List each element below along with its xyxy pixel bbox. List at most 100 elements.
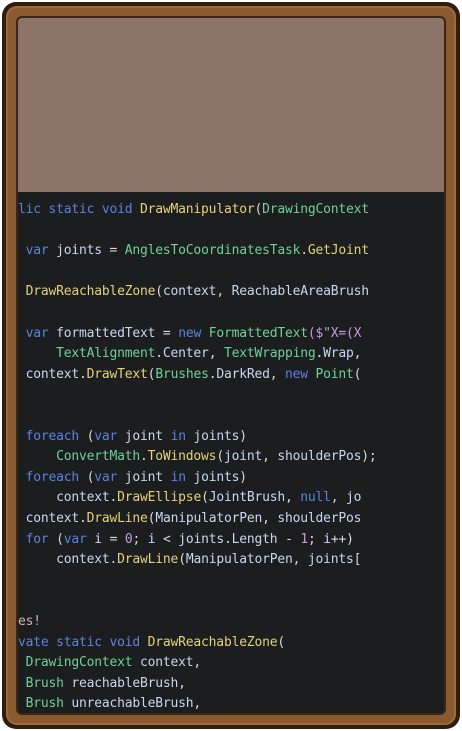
code-token: foreach bbox=[18, 470, 87, 485]
code-token: , bbox=[208, 346, 224, 361]
code-token: TextWrapping bbox=[223, 346, 316, 361]
code-token: , bbox=[262, 449, 278, 464]
code-token: , bbox=[269, 367, 285, 382]
code-line: foreach (var joint in joints) bbox=[18, 429, 247, 445]
code-token: joint bbox=[124, 470, 171, 485]
code-token: es! bbox=[18, 614, 41, 629]
card-frame: lic static void DrawManipulator ( DrawingC… bbox=[6, 6, 456, 725]
code-token: DrawEllipse bbox=[117, 490, 202, 505]
code-token: = bbox=[155, 326, 179, 341]
code-line: lic static void DrawManipulator(DrawingC… bbox=[18, 202, 369, 218]
code-token: void bbox=[109, 635, 148, 650]
code-token: ) bbox=[239, 429, 247, 444]
code-line: Brush reachableBrush, bbox=[18, 676, 186, 692]
code-token: GetJoint bbox=[307, 243, 369, 258]
code-token: void bbox=[101, 202, 141, 217]
code-token: DarkRed bbox=[216, 367, 270, 382]
code-token: shoulderPos bbox=[277, 449, 362, 464]
code-token: ($"X=(X bbox=[307, 326, 362, 341]
code-token: . bbox=[300, 243, 308, 258]
code-token: ( bbox=[277, 635, 285, 650]
code-line: Brush unreachableBrush, bbox=[18, 696, 202, 712]
code-token: DrawLine bbox=[86, 511, 148, 526]
code-token: new bbox=[178, 326, 209, 341]
code-token: AnglesToCoordinatesTask bbox=[124, 243, 301, 258]
code-token: reachableBrush bbox=[71, 676, 179, 691]
code-token: , bbox=[353, 346, 362, 361]
code-token: ( bbox=[201, 490, 209, 505]
code-token: ConvertMath bbox=[18, 449, 141, 464]
code-token: joints bbox=[193, 429, 240, 444]
code-token: , bbox=[178, 676, 186, 691]
card-header-area bbox=[18, 18, 444, 192]
code-token: , bbox=[285, 490, 301, 505]
code-token: . bbox=[224, 532, 232, 547]
code-token: Point bbox=[315, 367, 354, 382]
code-token: joint bbox=[124, 429, 171, 444]
code-token: , bbox=[193, 655, 202, 670]
code-line: context.DrawLine(ManipulatorPen, shoulde… bbox=[18, 511, 362, 527]
code-token: joints bbox=[56, 243, 102, 258]
code-token: vate bbox=[18, 635, 57, 650]
code-token: context bbox=[18, 552, 110, 567]
code-line: vate static void DrawReachableZone( bbox=[18, 635, 285, 651]
code-token: i bbox=[94, 532, 102, 547]
code-line: es! bbox=[18, 614, 41, 630]
code-token: Brushes bbox=[155, 367, 209, 382]
code-token: , bbox=[262, 511, 278, 526]
code-token: Length bbox=[231, 532, 278, 547]
code-token: DrawingContext bbox=[18, 655, 141, 670]
code-line: context.DrawLine(ManipulatorPen, joints[ bbox=[18, 552, 361, 568]
code-token: . bbox=[315, 346, 324, 361]
code-token: ++) bbox=[330, 532, 354, 547]
code-token: context bbox=[140, 655, 194, 670]
code-token: ( bbox=[56, 532, 64, 547]
code-token: null bbox=[300, 490, 331, 505]
code-token: ( bbox=[155, 284, 163, 299]
code-token: < bbox=[155, 532, 179, 547]
code-token: DrawText bbox=[86, 367, 148, 382]
code-editor-panel: lic static void DrawManipulator ( DrawingC… bbox=[18, 192, 444, 713]
code-token: . bbox=[140, 449, 148, 464]
code-token: Wrap bbox=[323, 346, 354, 361]
code-token: DrawReachableZone bbox=[147, 635, 278, 650]
code-token: ( bbox=[353, 367, 362, 382]
code-token: TextAlignment bbox=[18, 346, 156, 361]
code-line: context.DrawText(Brushes.DarkRed, new Po… bbox=[18, 367, 362, 383]
code-token: ); bbox=[361, 449, 377, 464]
code-token: Brush bbox=[18, 696, 72, 711]
code-token: ManipulatorPen bbox=[155, 511, 263, 526]
code-token: = bbox=[101, 532, 125, 547]
code-token: i bbox=[323, 532, 331, 547]
code-token: . bbox=[155, 346, 163, 361]
code-token: ; bbox=[307, 532, 324, 547]
code-token: ToWindows bbox=[147, 449, 217, 464]
code-token: joint bbox=[223, 449, 263, 464]
code-token: ReachableAreaBrush bbox=[231, 284, 369, 299]
code-token: static bbox=[56, 635, 110, 650]
code-token: formattedText bbox=[56, 326, 156, 341]
code-line: var joints = AnglesToCoordinatesTask.Get… bbox=[18, 243, 369, 259]
code-token: var bbox=[18, 243, 57, 258]
code-token: var bbox=[63, 532, 95, 547]
code-token: lic bbox=[18, 202, 49, 217]
code-line: TextAlignment.Center, TextWrapping.Wrap, bbox=[18, 346, 361, 362]
code-line: DrawingContext context, bbox=[18, 655, 202, 671]
code-line: DrawReachableZone(context, ReachableArea… bbox=[18, 284, 369, 300]
code-token: - bbox=[277, 532, 301, 547]
code-token: , jo bbox=[330, 490, 362, 505]
code-token: static bbox=[48, 202, 102, 217]
code-token: Brush bbox=[18, 676, 72, 691]
code-token: DrawingContext bbox=[262, 202, 369, 217]
code-token: , bbox=[292, 552, 308, 567]
code-token: joints bbox=[307, 552, 354, 567]
code-token: . bbox=[79, 511, 87, 526]
code-token: Center bbox=[162, 346, 209, 361]
code-token: var bbox=[18, 326, 57, 341]
code-token: new bbox=[285, 367, 316, 382]
code-token: , bbox=[193, 696, 202, 711]
code-token: var bbox=[94, 429, 125, 444]
code-token: ; bbox=[132, 532, 148, 547]
code-token: joints bbox=[178, 532, 225, 547]
code-token: DrawManipulator bbox=[140, 202, 255, 217]
